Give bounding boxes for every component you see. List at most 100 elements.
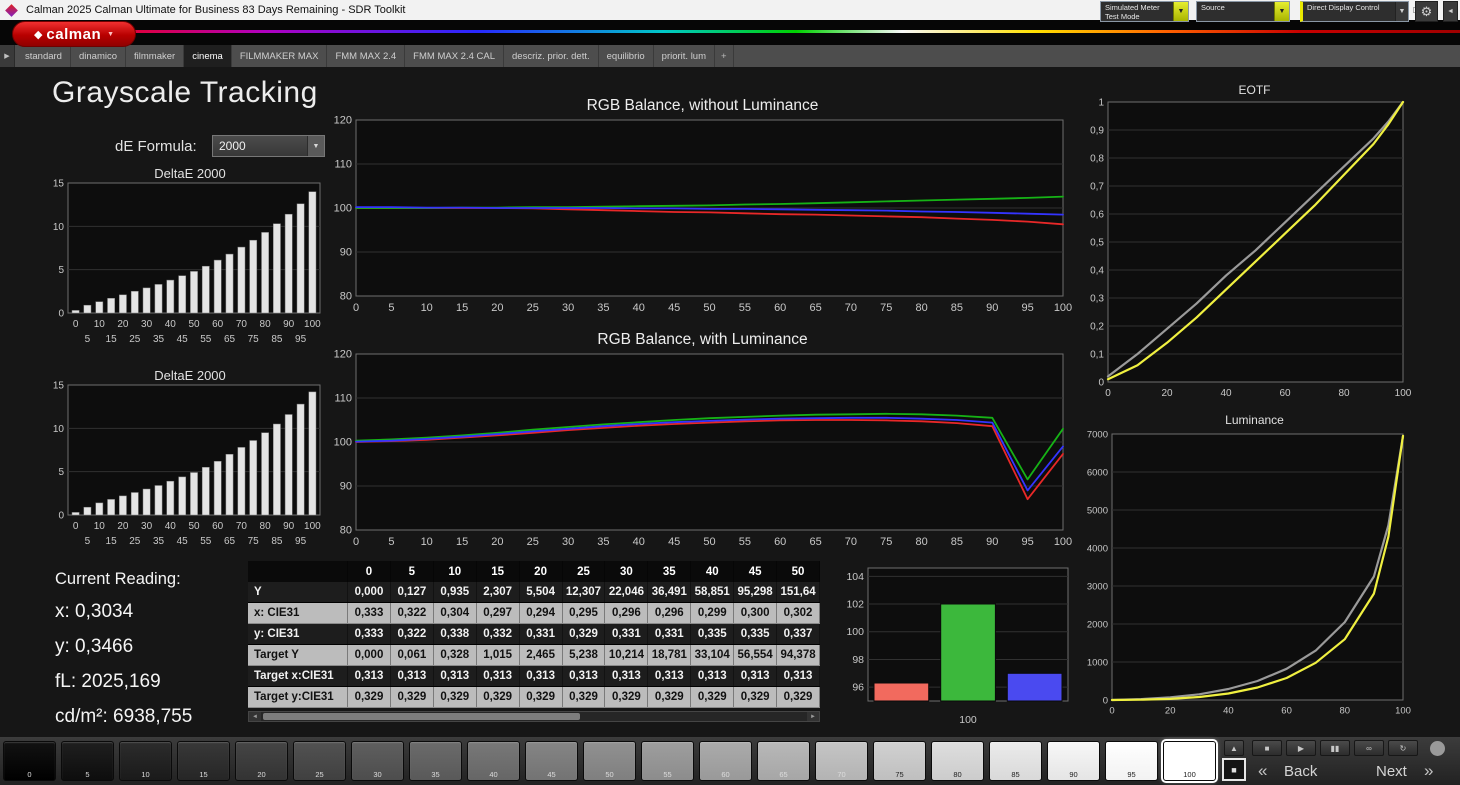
patch-label: 95 (1127, 770, 1136, 779)
table-cell: 0,313 (520, 666, 563, 686)
table-row-label: y: CIE31 (248, 624, 348, 644)
svg-text:100: 100 (334, 203, 352, 215)
svg-text:102: 102 (846, 599, 864, 611)
tab-priorit-lum[interactable]: priorit. lum (654, 45, 715, 67)
svg-text:104: 104 (846, 571, 864, 583)
patch-label: 50 (605, 770, 614, 779)
patch-85[interactable]: 85 (989, 741, 1042, 781)
stop-icon[interactable]: ■ (1252, 740, 1282, 756)
patch-25[interactable]: 25 (293, 741, 346, 781)
svg-text:95: 95 (1021, 302, 1033, 314)
play-icon[interactable]: ▶ (1286, 740, 1316, 756)
logo-dropdown-icon[interactable]: ▼ (107, 31, 114, 38)
collapse-toolbar-icon[interactable]: ◄ (1443, 1, 1458, 22)
simulated-meter-dropdown[interactable]: Simulated Meter Test Mode ▼ (1100, 1, 1189, 22)
svg-text:70: 70 (236, 521, 248, 532)
patch-60[interactable]: 60 (699, 741, 752, 781)
patch-95[interactable]: 95 (1105, 741, 1158, 781)
svg-text:40: 40 (1223, 706, 1234, 717)
next-chevron-icon[interactable]: » (1424, 761, 1433, 781)
back-chevron-icon[interactable]: « (1258, 761, 1267, 781)
table-scrollbar[interactable]: ◄ ► (248, 711, 820, 722)
table-row: Target Y 0,000 0,061 0,328 1,015 2,465 5,238 10… (248, 645, 820, 666)
patch-80[interactable]: 80 (931, 741, 984, 781)
table-cell: 0,329 (691, 687, 735, 707)
svg-text:0: 0 (353, 302, 359, 314)
table-row-label: Target y:CIE31 (248, 687, 348, 707)
tab-strip: standard dinamico filmmaker cinema FILMMAKER… (17, 45, 734, 67)
patch-75[interactable]: 75 (873, 741, 926, 781)
source-dropdown-icon[interactable]: ▼ (1274, 2, 1289, 21)
calman-logo[interactable]: ◆ calman ▼ (12, 21, 136, 47)
luminance-chart: 7000 6000 5000 4000 3000 2000 1000 00 20 40 60 80 10… (1087, 430, 1411, 717)
svg-text:15: 15 (106, 536, 118, 547)
de-formula-select[interactable]: 2000 ▼ (212, 135, 325, 157)
patch-20[interactable]: 20 (235, 741, 288, 781)
next-button[interactable]: Next (1376, 763, 1407, 780)
svg-text:100: 100 (959, 714, 977, 726)
patch-10[interactable]: 10 (119, 741, 172, 781)
table-row-label: x: CIE31 (248, 603, 348, 623)
table-cell: 0,335 (734, 624, 778, 644)
patch-40[interactable]: 40 (467, 741, 520, 781)
source-dropdown[interactable]: Source ▼ (1196, 1, 1290, 22)
tab-filmmaker[interactable]: filmmaker (126, 45, 185, 67)
svg-text:35: 35 (153, 536, 165, 547)
tab-equilibrio[interactable]: equilibrio (599, 45, 654, 67)
tab-fmm-max-2-4-cal[interactable]: FMM MAX 2.4 CAL (405, 45, 504, 67)
direct-display-dropdown[interactable]: Direct Display Control ▼ (1300, 1, 1409, 22)
svg-text:30: 30 (141, 319, 153, 330)
tab-standard[interactable]: standard (17, 45, 71, 67)
svg-text:20: 20 (1161, 388, 1173, 399)
patch-65[interactable]: 65 (757, 741, 810, 781)
tab-bar: ▶ standard dinamico filmmaker cinema FILMMAK… (0, 45, 1460, 67)
patch-70[interactable]: 70 (815, 741, 868, 781)
tab-dinamico[interactable]: dinamico (71, 45, 127, 67)
svg-text:0: 0 (1103, 696, 1108, 707)
patch-100[interactable]: 100 (1161, 739, 1218, 783)
refresh-icon[interactable]: ↻ (1388, 740, 1418, 756)
table-cell: 58,851 (691, 582, 735, 602)
deltae-bottom-chart: 0510150510152025303540455055606570758085… (53, 381, 321, 548)
patch-90[interactable]: 90 (1047, 741, 1100, 781)
scroll-right-icon[interactable]: ► (807, 712, 819, 721)
meter-dropdown-icon[interactable]: ▼ (1173, 2, 1188, 21)
patch-5[interactable]: 5 (61, 741, 114, 781)
back-button[interactable]: Back (1284, 763, 1317, 780)
patch-50[interactable]: 50 (583, 741, 636, 781)
de-formula-value: 2000 (219, 139, 246, 153)
tab-cinema[interactable]: cinema (184, 45, 232, 67)
loop-icon[interactable]: ∞ (1354, 740, 1384, 756)
table-cell: 0,322 (391, 624, 434, 644)
record-icon[interactable] (1430, 741, 1445, 756)
tab-fmm-max-2-4[interactable]: FMM MAX 2.4 (327, 45, 406, 67)
svg-text:100: 100 (1395, 388, 1412, 399)
svg-text:90: 90 (283, 521, 295, 532)
de-formula-dropdown-icon[interactable]: ▼ (307, 136, 324, 156)
patch-15[interactable]: 15 (177, 741, 230, 781)
svg-text:10: 10 (421, 302, 433, 314)
scroll-left-icon[interactable]: ◄ (249, 712, 261, 721)
direct-display-dropdown-icon[interactable]: ▼ (1395, 2, 1408, 21)
tab-filmmaker-max[interactable]: FILMMAKER MAX (232, 45, 328, 67)
tab-descriz-prior-dett[interactable]: descriz. prior. dett. (504, 45, 599, 67)
patch-30[interactable]: 30 (351, 741, 404, 781)
table-cell: 5,504 (520, 582, 563, 602)
add-tab-button[interactable]: + (715, 45, 734, 67)
patch-35[interactable]: 35 (409, 741, 462, 781)
svg-text:1000: 1000 (1087, 658, 1108, 669)
tab-scroll-button[interactable]: ▶ (0, 45, 15, 67)
patch-label: 90 (1069, 770, 1078, 779)
single-patch-button[interactable]: ■ (1222, 758, 1246, 781)
table-cell: 94,378 (777, 645, 820, 665)
patch-up-icon[interactable]: ▲ (1224, 740, 1244, 756)
scrollbar-track[interactable] (261, 712, 807, 721)
pause-icon[interactable]: ▮▮ (1320, 740, 1350, 756)
table-cell: 0,296 (605, 603, 649, 623)
patch-0[interactable]: 0 (3, 741, 56, 781)
patch-45[interactable]: 45 (525, 741, 578, 781)
gear-icon[interactable]: ⚙ (1415, 1, 1438, 22)
patch-55[interactable]: 55 (641, 741, 694, 781)
meter-line2: Test Mode (1105, 12, 1140, 21)
scrollbar-thumb[interactable] (263, 713, 580, 720)
